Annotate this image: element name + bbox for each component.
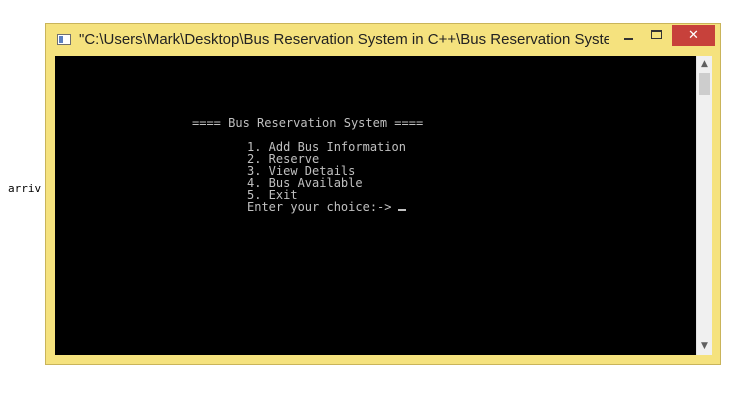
minimize-icon (624, 38, 633, 40)
background-partial-text: arriv (8, 182, 42, 195)
text-cursor (397, 209, 406, 211)
menu-header: ==== Bus Reservation System ==== (192, 116, 424, 130)
scroll-up-arrow-icon[interactable]: ▲ (697, 56, 712, 73)
maximize-icon (651, 30, 662, 39)
console-output[interactable]: ==== Bus Reservation System ==== 1. Add … (55, 56, 696, 355)
vertical-scrollbar[interactable]: ▲ ▼ (696, 56, 712, 355)
window-title: "C:\Users\Mark\Desktop\Bus Reservation S… (79, 31, 609, 48)
scroll-thumb[interactable] (699, 73, 710, 95)
title-bar[interactable]: "C:\Users\Mark\Desktop\Bus Reservation S… (46, 24, 720, 56)
choice-prompt: Enter your choice:-> (247, 200, 392, 214)
minimize-button[interactable] (616, 25, 642, 45)
maximize-button[interactable] (644, 25, 670, 45)
prompt-line[interactable]: Enter your choice:-> (247, 201, 406, 213)
console-app-icon[interactable] (57, 34, 71, 45)
scroll-down-arrow-icon[interactable]: ▼ (697, 338, 712, 355)
close-icon: ✕ (688, 28, 699, 43)
close-button[interactable]: ✕ (672, 25, 715, 46)
console-window[interactable]: "C:\Users\Mark\Desktop\Bus Reservation S… (45, 23, 721, 365)
